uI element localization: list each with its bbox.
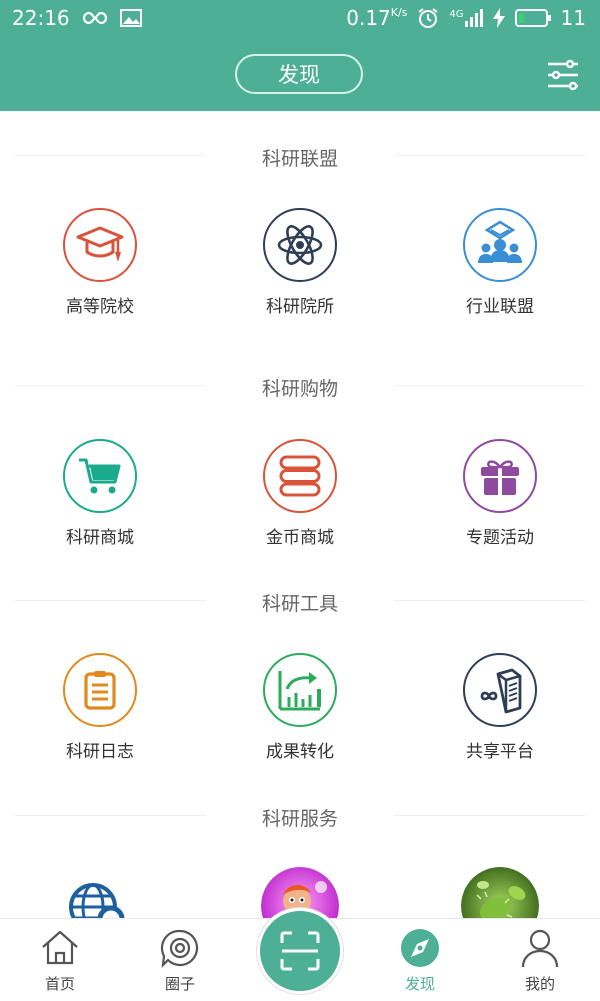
tile-icon-ring	[63, 208, 137, 282]
tab-label: 我的	[524, 975, 555, 993]
tile-label: 共享平台	[466, 742, 534, 762]
filter-settings-icon[interactable]	[546, 58, 580, 92]
coin-stack-icon	[279, 455, 321, 497]
section-title-services: 科研服务	[261, 808, 338, 830]
net-speed: 0.17K/s	[346, 6, 408, 30]
tile-shared-platform[interactable]: 共享平台	[425, 653, 575, 762]
circle-icon	[160, 929, 199, 968]
image-icon	[119, 9, 142, 27]
tab-mine[interactable]: 我的	[480, 919, 600, 1001]
server-share-icon	[480, 668, 522, 714]
tile-label: 高等院校	[66, 297, 134, 317]
page-title[interactable]: 发现	[235, 54, 363, 94]
tile-label: 科研日志	[66, 742, 134, 762]
section-title-tools: 科研工具	[261, 593, 338, 615]
tile-label: 成果转化	[266, 742, 334, 762]
tile-label: 科研院所	[266, 297, 334, 317]
microbe-photo	[461, 867, 539, 919]
alliance-people-icon	[478, 220, 522, 263]
service-thumbnail	[61, 867, 139, 919]
tile-label: 行业联盟	[466, 297, 534, 317]
tile-service-microbe[interactable]	[425, 867, 575, 919]
tab-label: 首页	[44, 975, 75, 993]
tab-discover[interactable]: 发现	[360, 919, 480, 1001]
tile-label: 金币商城	[266, 528, 334, 548]
tile-icon-ring	[463, 208, 537, 282]
graduation-cap-icon	[76, 226, 124, 262]
user-icon	[521, 929, 559, 968]
tile-icon-ring	[263, 208, 337, 282]
tile-industry-alliance[interactable]: 行业联盟	[425, 208, 575, 317]
status-time: 22:16	[12, 6, 70, 30]
header-bar: 发现	[0, 40, 600, 111]
tile-research-institutes[interactable]: 科研院所	[225, 208, 375, 317]
tile-achievement-transfer[interactable]: 成果转化	[225, 653, 375, 762]
tile-icon-ring	[63, 439, 137, 513]
home-icon	[42, 930, 78, 965]
tile-icon-ring	[63, 653, 137, 727]
tile-special-events[interactable]: 专题活动	[425, 439, 575, 548]
atom-icon	[277, 225, 323, 265]
battery-level: 11	[560, 6, 586, 30]
tile-service-search[interactable]	[25, 867, 175, 919]
tab-home[interactable]: 首页	[0, 919, 120, 1001]
scan-icon	[280, 931, 320, 971]
scan-button[interactable]	[257, 908, 343, 994]
tile-icon-ring	[463, 439, 537, 513]
service-thumbnail	[461, 867, 539, 919]
infinity-icon	[82, 11, 107, 25]
chart-export-icon	[278, 671, 321, 711]
tile-label: 科研商城	[66, 528, 134, 548]
tab-circle[interactable]: 圈子	[120, 919, 240, 1001]
section-title-alliance: 科研联盟	[261, 148, 338, 170]
tile-icon-ring	[263, 439, 337, 513]
status-right: 0.17K/s 4G 11	[346, 6, 586, 30]
charging-icon	[492, 8, 505, 28]
alarm-icon	[418, 8, 439, 28]
discover-content[interactable]: 科研联盟 高等院校 科研院所 行业联盟 科研购物 科研商城 金币商城 专题活动 …	[0, 111, 600, 919]
tile-coin-mall[interactable]: 金币商城	[225, 439, 375, 548]
tile-universities[interactable]: 高等院校	[25, 208, 175, 317]
clipboard-icon	[84, 671, 116, 710]
tile-icon-ring	[463, 653, 537, 727]
gift-icon	[481, 460, 519, 495]
tile-label: 专题活动	[466, 528, 534, 548]
tile-research-log[interactable]: 科研日志	[25, 653, 175, 762]
battery-icon	[514, 9, 551, 27]
tab-label: 圈子	[164, 975, 195, 993]
tile-research-mall[interactable]: 科研商城	[25, 439, 175, 548]
globe-search-icon	[69, 883, 125, 919]
signal-icon	[464, 9, 483, 27]
shopping-cart-icon	[79, 458, 121, 494]
network-type: 4G	[449, 9, 464, 20]
compass-icon	[401, 929, 439, 967]
status-bar: 22:16 0.17K/s 4G 11	[0, 0, 600, 40]
section-title-shopping: 科研购物	[261, 378, 338, 400]
tile-icon-ring	[263, 653, 337, 727]
status-left: 22:16	[12, 6, 142, 30]
tab-label: 发现	[404, 975, 435, 993]
